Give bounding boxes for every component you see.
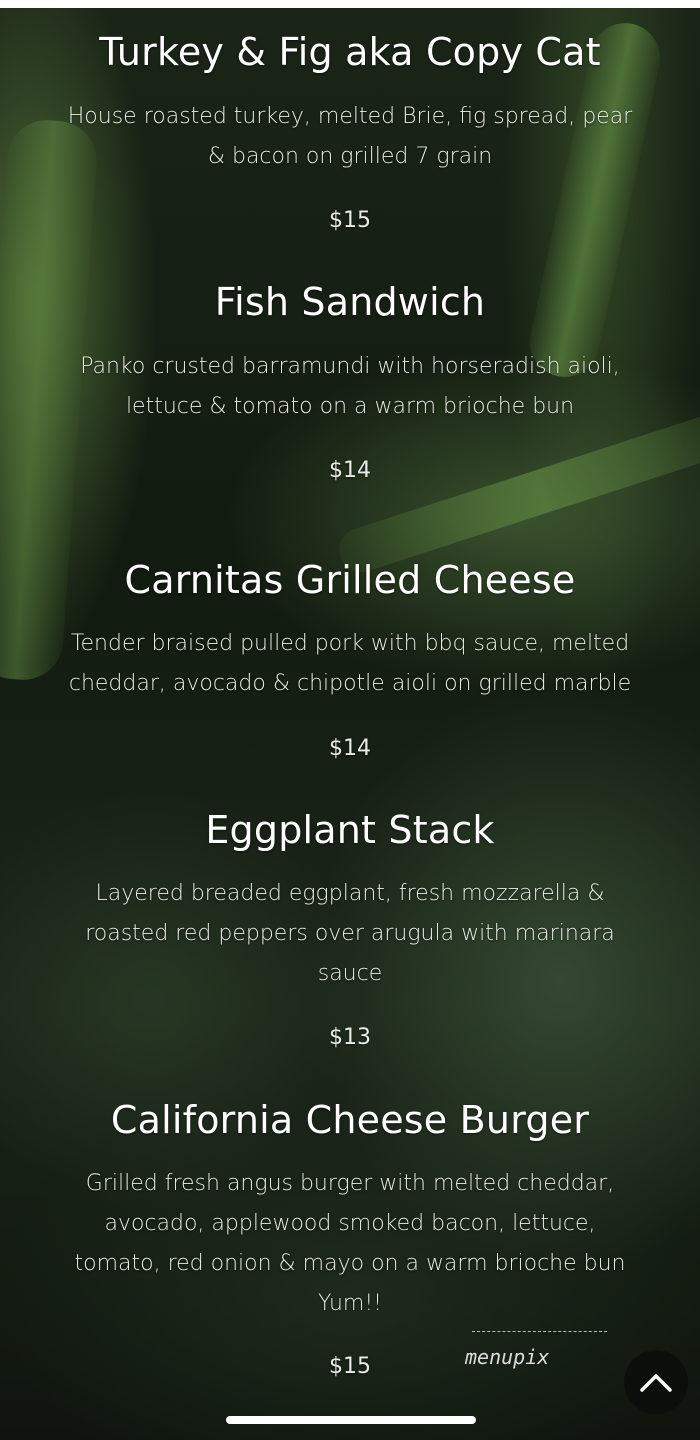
chevron-up-icon (639, 1371, 673, 1393)
description-line: Layered breaded eggplant, fresh mozzarel… (95, 881, 605, 906)
status-bar-edge (0, 0, 700, 8)
scroll-to-top-button[interactable] (624, 1350, 688, 1414)
home-indicator[interactable] (226, 1416, 476, 1424)
description-line: sauce (317, 961, 383, 986)
menu-item-price: $15 (329, 1354, 371, 1379)
description-line: avocado, applewood smoked bacon, lettuce… (104, 1211, 596, 1236)
menu-item-price: $15 (329, 208, 371, 233)
description-line: lettuce & tomato on a warm brioche bun (125, 394, 575, 419)
menu-item-name: Carnitas Grilled Cheese (124, 558, 576, 602)
menu-item-name: Fish Sandwich (214, 280, 486, 324)
leaf-stem-decoration (333, 406, 700, 578)
description-line: roasted red peppers over arugula with ma… (85, 921, 615, 946)
description-line: & bacon on grilled 7 grain (207, 144, 493, 169)
description-line: Grilled fresh angus burger with melted c… (85, 1171, 615, 1196)
description-line: Yum!! (318, 1291, 382, 1316)
menu-item-description: Tender braised pulled pork with bbq sauc… (40, 624, 660, 704)
menu-item-name: Turkey & Fig aka Copy Cat (99, 30, 601, 74)
description-line: Tender braised pulled pork with bbq sauc… (70, 631, 630, 656)
menu-item-price: $13 (329, 1025, 371, 1050)
menu-item-name: Eggplant Stack (205, 808, 495, 852)
menu-item-description: Grilled fresh angus burger with melted c… (40, 1164, 660, 1324)
menu-item-price: $14 (329, 458, 371, 483)
menu-item-description: Layered breaded eggplant, fresh mozzarel… (40, 874, 660, 994)
menupix-watermark: menupix (465, 1345, 550, 1369)
description-line: House roasted turkey, melted Brie, fig s… (67, 104, 633, 129)
description-line: cheddar, avocado & chipotle aioli on gri… (68, 671, 632, 696)
menu-item-name: California Cheese Burger (110, 1098, 590, 1142)
description-line: tomato, red onion & mayo on a warm brioc… (74, 1251, 626, 1276)
menu-item-price: $14 (329, 736, 371, 761)
watermark-divider (472, 1331, 607, 1332)
menu-item-description: House roasted turkey, melted Brie, fig s… (40, 97, 660, 177)
description-line: Panko crusted barramundi with horseradis… (80, 354, 620, 379)
menu-item-description: Panko crusted barramundi with horseradis… (40, 347, 660, 427)
